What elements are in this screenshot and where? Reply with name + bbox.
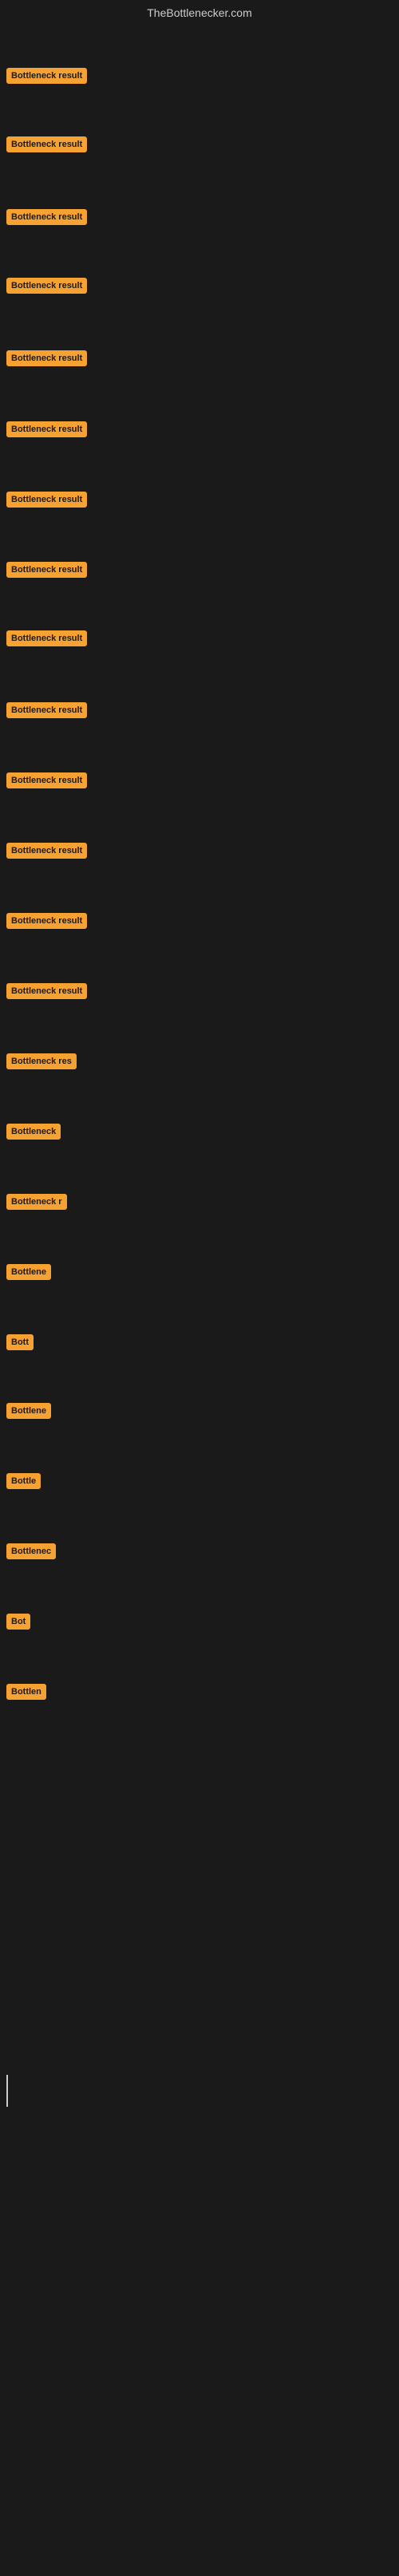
bottleneck-badge[interactable]: Bottleneck result (6, 772, 87, 788)
cursor-indicator (6, 2075, 8, 2107)
bottleneck-badge[interactable]: Bottleneck result (6, 68, 87, 84)
bottleneck-badge[interactable]: Bottleneck result (6, 492, 87, 508)
bottleneck-list: Bottleneck result Bottleneck result Bottle… (0, 22, 399, 2576)
bottleneck-badge[interactable]: Bottleneck result (6, 209, 87, 225)
list-item[interactable]: Bottleneck res (0, 1053, 399, 1073)
list-item[interactable]: Bottlenec (0, 1543, 399, 1563)
list-item[interactable]: Bottle (0, 1473, 399, 1493)
list-item[interactable]: Bot (0, 1614, 399, 1634)
bottleneck-badge[interactable]: Bottleneck res (6, 1053, 77, 1069)
list-item[interactable]: Bottleneck result (0, 630, 399, 650)
list-item[interactable]: Bottleneck result (0, 421, 399, 441)
bottleneck-badge[interactable]: Bottlen (6, 1684, 46, 1700)
list-item[interactable]: Bottleneck result (0, 209, 399, 229)
list-item[interactable]: Bottleneck result (0, 983, 399, 1003)
list-item[interactable]: Bottleneck result (0, 136, 399, 156)
bottleneck-badge[interactable]: Bottle (6, 1473, 41, 1489)
bottleneck-badge[interactable]: Bottleneck result (6, 843, 87, 859)
bottleneck-badge[interactable]: Bottleneck (6, 1124, 61, 1140)
list-item[interactable]: Bottleneck result (0, 492, 399, 512)
bottleneck-badge[interactable]: Bottlene (6, 1403, 51, 1419)
bottleneck-badge[interactable]: Bottleneck result (6, 983, 87, 999)
list-item[interactable]: Bottleneck result (0, 772, 399, 792)
list-item[interactable]: Bottleneck result (0, 913, 399, 933)
list-item[interactable]: Bottleneck result (0, 843, 399, 863)
list-item[interactable]: Bottleneck (0, 1124, 399, 1144)
bottleneck-badge[interactable]: Bottlenec (6, 1543, 56, 1559)
list-item[interactable]: Bottlen (0, 1684, 399, 1704)
bottleneck-badge[interactable]: Bottleneck result (6, 278, 87, 294)
bottleneck-badge[interactable]: Bottleneck result (6, 630, 87, 646)
list-item[interactable]: Bottlene (0, 1403, 399, 1423)
bottleneck-badge[interactable]: Bott (6, 1334, 34, 1350)
bottleneck-badge[interactable]: Bottleneck result (6, 562, 87, 578)
site-title: TheBottlenecker.com (0, 0, 399, 22)
bottleneck-badge[interactable]: Bottleneck result (6, 702, 87, 718)
list-item[interactable]: Bottleneck result (0, 68, 399, 88)
list-item[interactable]: Bottlene (0, 1264, 399, 1284)
bottleneck-badge[interactable]: Bottleneck result (6, 136, 87, 152)
list-item[interactable]: Bott (0, 1334, 399, 1354)
bottleneck-badge[interactable]: Bottleneck result (6, 421, 87, 437)
bottleneck-badge[interactable]: Bot (6, 1614, 30, 1630)
bottleneck-badge[interactable]: Bottleneck result (6, 913, 87, 929)
bottleneck-badge[interactable]: Bottleneck result (6, 350, 87, 366)
list-item[interactable]: Bottleneck result (0, 350, 399, 370)
list-item[interactable]: Bottleneck result (0, 278, 399, 298)
list-item[interactable]: Bottleneck result (0, 562, 399, 582)
list-item[interactable]: Bottleneck r (0, 1194, 399, 1214)
bottleneck-badge[interactable]: Bottleneck r (6, 1194, 67, 1210)
bottleneck-badge[interactable]: Bottlene (6, 1264, 51, 1280)
list-item[interactable]: Bottleneck result (0, 702, 399, 722)
